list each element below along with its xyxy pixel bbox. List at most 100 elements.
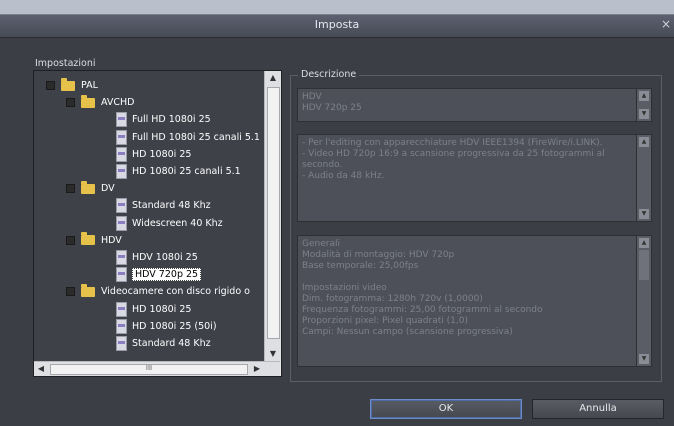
collapse-icon[interactable] [66,235,75,245]
text-line: HDV 720p 25 [302,103,362,113]
tree-folder[interactable]: HDV [66,232,122,249]
scroll-down-icon[interactable]: ▼ [639,109,649,119]
hscroll-thumb[interactable]: III [50,364,248,375]
text-line: - Per l'editing con apparecchiature HDV … [302,138,603,148]
text-line: Campi: Nessun campo (scansione progressi… [302,327,513,337]
tree-item[interactable]: HDV 720p 25 [116,266,202,283]
tree-item-label: PAL [81,80,98,91]
text-line: Impostazioni video [302,283,387,293]
title-bar: Imposta × [0,14,674,38]
settings-group-label: Impostazioni [35,58,96,69]
scroll-up-icon[interactable]: ▲ [265,71,281,85]
scroll-thumb[interactable] [267,87,280,339]
tree-item[interactable]: Full HD 1080i 25 [116,111,211,128]
settings-dialog: Imposta × Impostazioni PAL AVCHD Full HD 1… [0,0,674,426]
preset-file-icon [116,250,127,265]
tree-item-label: HDV 1080i 25 [132,252,198,263]
preset-details-box[interactable]: Generali Modalità di montaggio: HDV 720p B… [297,235,652,367]
preset-file-icon [116,112,127,128]
name-scrollbar[interactable]: ▲ ▼ [636,89,651,121]
tree-item-label: Videocamere con disco rigido o [101,286,250,298]
details-scrollbar[interactable]: ▲ ▼ [636,236,651,366]
tree-item[interactable]: HD 1080i 25 [116,146,191,163]
tree-item-label: HDV [101,234,122,246]
cancel-button[interactable]: Annulla [532,399,664,419]
preset-file-icon [116,336,127,351]
scroll-up-icon[interactable]: ▲ [639,238,649,248]
scroll-right-icon[interactable]: ▶ [250,362,264,376]
folder-icon [81,94,95,108]
preset-file-icon [116,318,127,334]
hscroll-grip: III [145,364,153,372]
tree-item[interactable]: HDV 1080i 25 [116,249,198,266]
tree-item[interactable]: HD 1080i 25 canali 5.1 [116,163,241,180]
tree-item-label: Full HD 1080i 25 canali 5.1 [132,131,260,143]
scroll-left-icon[interactable]: ◀ [34,362,48,376]
folder-icon [61,77,75,91]
tree-item-label: Widescreen 40 Khz [132,217,223,229]
settings-tree[interactable]: PAL AVCHD Full HD 1080i 25 Full HD 1080i 25… [33,70,282,377]
scroll-up-icon[interactable]: ▲ [639,91,649,101]
tree-item-label: AVCHD [101,97,135,109]
tree-item-label: Full HD 1080i 25 [132,114,211,126]
preset-file-icon [116,164,127,179]
scroll-down-icon[interactable]: ▼ [639,209,649,219]
preset-file-icon [116,301,127,317]
tree-content: PAL AVCHD Full HD 1080i 25 Full HD 1080i 25… [34,71,264,361]
folder-icon [81,232,95,246]
collapse-icon[interactable] [66,98,75,108]
collapse-icon[interactable] [66,287,75,297]
window-title: Imposta [314,18,360,31]
tree-horizontal-scrollbar[interactable]: ◀ III ▶ [34,361,280,376]
preset-file-icon [116,267,127,283]
tree-item[interactable]: Widescreen 40 Khz [116,215,223,232]
tree-item[interactable]: HD 1080i 25 (50i) [116,318,217,335]
text-line: - Video HD 720p 16:9 a scansione progres… [302,149,605,159]
collapse-icon[interactable] [46,81,55,90]
tree-folder[interactable]: PAL [46,77,98,94]
text-line: - Audio da 48 kHz. [302,171,385,181]
tree-item-label: HDV 720p 25 [132,268,202,282]
summary-scrollbar[interactable]: ▲ ▼ [636,135,651,221]
tree-item-label: Standard 48 Khz [132,200,211,212]
scroll-down-icon[interactable]: ▼ [639,354,649,364]
text-line: Dim. fotogramma: 1280h 720v (1,0000) [302,294,483,304]
preset-file-icon [116,129,127,145]
tree-item-label: Standard 48 Khz [132,338,211,349]
preset-file-icon [116,198,127,214]
tree-item[interactable]: Full HD 1080i 25 canali 5.1 [116,129,260,146]
tree-item-label: DV [101,183,115,195]
preset-name-box[interactable]: HDV HDV 720p 25 ▲ ▼ [297,88,652,122]
tree-folder[interactable]: Videocamere con disco rigido o [66,283,250,300]
description-legend: Descrizione [298,69,360,80]
text-line: Base temporale: 25,00fps [302,261,419,271]
tree-item[interactable]: Standard 48 Khz [116,197,211,214]
tree-folder[interactable]: AVCHD [66,94,134,111]
scroll-thumb[interactable] [639,250,649,280]
tree-item[interactable]: HD 1080i 25 [116,301,191,318]
preset-file-icon [116,146,127,162]
folder-icon [81,180,95,194]
text-line [302,272,631,283]
preset-file-icon [116,215,127,231]
ok-button[interactable]: OK [370,399,522,419]
collapse-icon[interactable] [66,184,75,194]
folder-icon [81,283,95,297]
preset-summary-text: - Per l'editing con apparecchiature HDV … [302,138,631,182]
scroll-up-icon[interactable]: ▲ [639,137,649,147]
tree-item[interactable]: Standard 48 Khz [116,335,211,352]
tree-vertical-scrollbar[interactable]: ▲ ▼ [264,71,281,361]
tree-item-label: HD 1080i 25 [132,303,192,315]
scroll-down-icon[interactable]: ▼ [265,347,281,361]
text-line: secondo. [302,160,343,170]
tree-folder[interactable]: DV [66,180,115,197]
text-line: HDV [302,92,322,102]
text-line: Generali [302,239,340,249]
close-icon[interactable]: × [660,17,672,31]
preset-details-text: Generali Modalità di montaggio: HDV 720p B… [302,239,631,338]
tree-item-label: HD 1080i 25 canali 5.1 [132,166,241,177]
top-border [0,0,674,14]
text-line: Frequenza fotogrammi: 25,00 fotogrammi a… [302,305,543,315]
text-line: Proporzioni pixel: Pixel quadrati (1,0) [302,316,468,326]
preset-summary-box[interactable]: - Per l'editing con apparecchiature HDV … [297,134,652,222]
